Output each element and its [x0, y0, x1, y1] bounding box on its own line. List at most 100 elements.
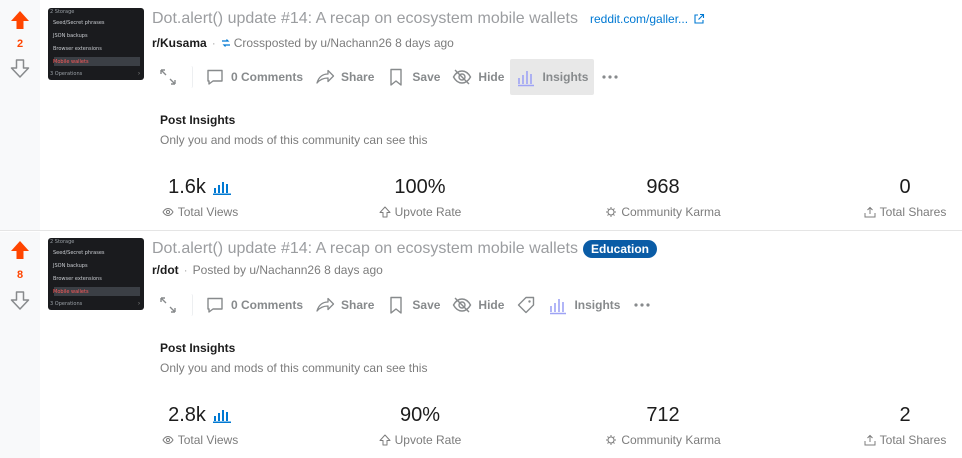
vote-count: 8: [16, 269, 24, 281]
share-button[interactable]: Share: [309, 59, 380, 95]
comments-button[interactable]: 0 Comments: [199, 59, 309, 95]
subreddit-link[interactable]: r/Kusama: [152, 36, 207, 50]
share-icon: [316, 297, 335, 312]
expand-button[interactable]: [152, 66, 193, 88]
share-label: Share: [341, 70, 375, 84]
subreddit-link[interactable]: r/dot: [152, 263, 179, 277]
comments-label: 0 Comments: [231, 298, 304, 312]
thumbnail-text: JSON backups: [53, 263, 88, 269]
total-shares-value: 2: [899, 403, 911, 426]
post-thumbnail[interactable]: 2 Storage Seed/Secret phrases JSON backu…: [48, 8, 144, 80]
insights-subtitle: Only you and mods of this community can …: [160, 361, 428, 375]
vote-count: 2: [16, 38, 24, 50]
hide-label: Hide: [478, 298, 505, 312]
upvote-rate-value: 90%: [399, 403, 441, 426]
downvote-icon[interactable]: [10, 58, 30, 78]
comment-icon: [207, 297, 223, 313]
comments-label: 0 Comments: [231, 70, 304, 84]
hide-label: Hide: [478, 70, 505, 84]
karma-icon: [606, 435, 617, 445]
insights-label: Insights: [574, 298, 621, 312]
upvote-icon[interactable]: [10, 240, 30, 260]
insights-icon: [518, 71, 535, 87]
more-options-button[interactable]: [594, 59, 626, 95]
post-title[interactable]: Dot.alert() update #14: A recap on ecosy…: [152, 10, 578, 28]
downvote-icon[interactable]: [10, 290, 30, 310]
thumbnail-text: 3 Operations: [50, 71, 83, 77]
upvote-rate-value: 100%: [394, 175, 446, 198]
share-label: Share: [341, 298, 375, 312]
views-chart-icon[interactable]: [212, 179, 232, 195]
comments-button[interactable]: 0 Comments: [199, 287, 309, 323]
comment-icon: [207, 69, 223, 85]
post-card[interactable]: 2 2 Storage Seed/Secret phrases JSON bac…: [0, 0, 962, 231]
stat-total-shares: 2 Total Shares: [815, 403, 962, 447]
hide-button[interactable]: Hide: [446, 59, 510, 95]
hide-icon: [453, 297, 472, 313]
thumbnail-text: 2 Storage: [50, 9, 75, 15]
save-label: Save: [412, 298, 441, 312]
insights-button[interactable]: Insights: [542, 287, 626, 323]
vote-column: 2: [0, 0, 40, 230]
total-shares-label: Total Shares: [879, 205, 947, 219]
action-bar: 0 Comments Share Save Hide Insights: [152, 59, 626, 95]
community-karma-value: 968: [646, 175, 680, 198]
more-icon: [634, 303, 651, 307]
crosspost-icon: [221, 39, 230, 47]
upvote-icon[interactable]: [10, 10, 30, 30]
views-chart-icon[interactable]: [212, 407, 232, 423]
stat-community-karma: 968 Community Karma: [573, 175, 753, 219]
thumbnail-text: Seed/Secret phrases: [53, 20, 105, 26]
post-card[interactable]: 8 2 Storage Seed/Secret phrases JSON bac…: [0, 232, 962, 458]
thumbnail-arrow-icon: ›: [138, 301, 140, 307]
thumbnail-text: Mobile wallets: [53, 289, 89, 295]
share-out-icon: [864, 206, 876, 218]
total-views-label: Total Views: [177, 205, 239, 219]
post-link[interactable]: reddit.com/galler...: [590, 12, 688, 26]
total-views-value: 1.6k: [168, 175, 206, 198]
post-thumbnail[interactable]: 2 Storage Seed/Secret phrases JSON backu…: [48, 238, 144, 310]
save-label: Save: [412, 70, 441, 84]
stat-total-shares: 0 Total Shares: [815, 175, 962, 219]
expand-button[interactable]: [152, 294, 193, 316]
share-button[interactable]: Share: [309, 287, 380, 323]
flair-badge[interactable]: Education: [583, 240, 658, 258]
post-title[interactable]: Dot.alert() update #14: A recap on ecosy…: [152, 240, 578, 258]
save-icon: [390, 68, 403, 86]
total-views-label: Total Views: [177, 433, 239, 447]
vote-column: 8: [0, 232, 40, 458]
total-views-value: 2.8k: [168, 403, 206, 426]
expand-icon: [160, 297, 176, 313]
separator-dot: ·: [211, 36, 216, 50]
action-bar: 0 Comments Share Save Hide Insights: [152, 287, 658, 323]
insights-button[interactable]: Insights: [510, 59, 595, 95]
save-icon: [390, 296, 403, 314]
thumbnail-text: 3 Operations: [50, 301, 83, 307]
stat-total-views: 1.6k Total Views: [110, 175, 290, 219]
total-shares-label: Total Shares: [879, 433, 947, 447]
upvote-rate-icon: [379, 206, 391, 218]
total-shares-value: 0: [899, 175, 911, 198]
save-button[interactable]: Save: [380, 287, 446, 323]
upvote-rate-label: Upvote Rate: [394, 433, 462, 447]
posted-by: Crossposted by u/Nachann26 8 days ago: [233, 36, 454, 50]
expand-icon: [160, 69, 176, 85]
stat-total-views: 2.8k Total Views: [110, 403, 290, 447]
save-button[interactable]: Save: [380, 59, 446, 95]
more-options-button[interactable]: [626, 287, 658, 323]
hide-button[interactable]: Hide: [446, 287, 510, 323]
upvote-rate-icon: [379, 434, 391, 446]
community-karma-label: Community Karma: [621, 433, 721, 447]
insights-subtitle: Only you and mods of this community can …: [160, 133, 428, 147]
tag-button[interactable]: [510, 287, 542, 323]
karma-icon: [606, 207, 617, 217]
stat-community-karma: 712 Community Karma: [573, 403, 753, 447]
posted-by: Posted by u/Nachann26 8 days ago: [192, 263, 383, 277]
thumbnail-text: Browser extensions: [53, 276, 102, 282]
thumbnail-text: JSON backups: [53, 33, 88, 39]
insights-icon: [550, 299, 567, 315]
thumbnail-text: Mobile wallets: [53, 59, 89, 65]
external-link-icon[interactable]: [693, 13, 705, 25]
stat-upvote-rate: 100% Upvote Rate: [330, 175, 510, 219]
upvote-rate-label: Upvote Rate: [394, 205, 462, 219]
